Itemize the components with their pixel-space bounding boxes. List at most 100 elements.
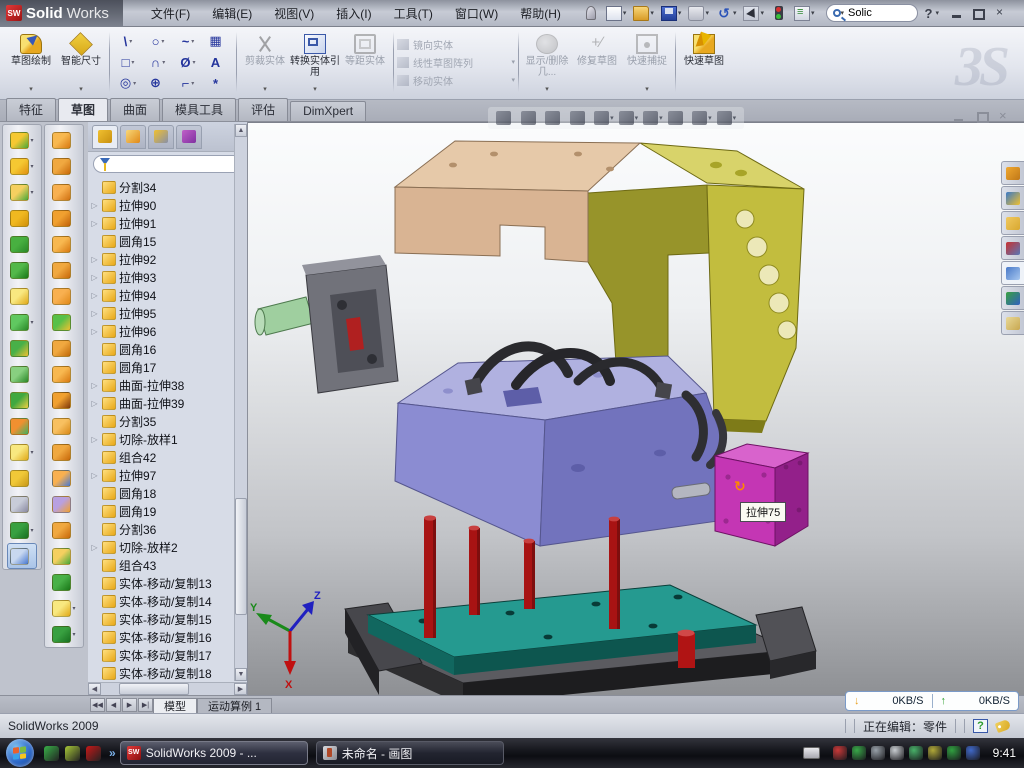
surface-tool-button[interactable]: ▾ — [52, 465, 75, 491]
task-pane-tab[interactable] — [1001, 236, 1024, 260]
tree-item[interactable]: ▷ 曲面-拉伸39 — [90, 394, 247, 412]
expand-arrow-icon[interactable]: ▷ — [90, 201, 99, 210]
design-check-button[interactable] — [769, 4, 789, 22]
document-tab[interactable]: 运动算例 1 — [197, 698, 272, 713]
dimxpertmanager-tab[interactable] — [176, 125, 202, 149]
menu-item[interactable]: 工具(T) — [384, 2, 443, 25]
filter-input[interactable] — [93, 155, 242, 173]
tray-icon[interactable] — [909, 746, 923, 760]
scrollbar-thumb[interactable] — [235, 498, 247, 615]
view-tool-button[interactable]: ▾ — [594, 111, 614, 125]
repair-sketch-button[interactable]: +∕ 修复草图 — [572, 30, 622, 94]
feature-tool-button[interactable]: ▾ — [7, 543, 36, 569]
feature-tool-button[interactable]: ▾ — [10, 517, 33, 543]
surface-tool-button[interactable]: ▾ — [52, 179, 75, 205]
feature-tool-button[interactable]: ▾ — [10, 491, 33, 517]
tree-item[interactable]: ▷ 实体-移动/复制13 — [90, 574, 247, 592]
quick-launch-icon[interactable] — [65, 746, 80, 761]
undo-button[interactable]: ↺▾ — [714, 4, 739, 23]
save-button[interactable]: ▾ — [659, 4, 684, 23]
view-tool-button[interactable]: ▾ — [619, 111, 639, 125]
sketch-entity-button[interactable]: □▾ — [113, 52, 143, 73]
feature-tool-button[interactable]: ▾ — [10, 413, 33, 439]
ribbon-tab[interactable]: 曲面 — [110, 98, 160, 121]
expand-arrow-icon[interactable]: ▷ — [90, 219, 99, 228]
ribbon-tab[interactable]: 评估 — [238, 98, 288, 121]
tree-item[interactable]: ▷ 组合43 — [90, 556, 247, 574]
tree-item[interactable]: ▷ 拉伸95 — [90, 304, 247, 322]
help-button[interactable]: ?▾ — [921, 4, 941, 23]
quick-tips-icon[interactable]: ? — [973, 719, 988, 733]
pin-button[interactable] — [581, 4, 601, 22]
linear-sketch-pattern-button[interactable]: 线性草图阵列▾ — [397, 54, 515, 71]
feature-tool-button[interactable]: ▾ — [10, 179, 33, 205]
expand-arrow-icon[interactable]: ▷ — [90, 399, 99, 408]
feature-tool-button[interactable]: ▾ — [10, 439, 33, 465]
feature-tool-button[interactable]: ▾ — [10, 465, 33, 491]
tree-item[interactable]: ▷ 圆角19 — [90, 502, 247, 520]
task-pane-tab[interactable] — [1001, 161, 1024, 185]
tray-icon[interactable] — [833, 746, 847, 760]
surface-tool-button[interactable]: ▾ — [52, 491, 75, 517]
search-box[interactable]: ▾ — [826, 4, 918, 22]
options-button[interactable]: ▾ — [792, 4, 817, 23]
feature-tool-button[interactable]: ▾ — [10, 127, 33, 153]
search-input[interactable] — [848, 7, 896, 19]
convert-entities-button[interactable]: 转换实体引用▾ — [290, 30, 340, 94]
ribbon-tab[interactable]: DimXpert — [290, 101, 366, 121]
core-insert-part[interactable] — [255, 255, 398, 393]
scrollbar-thumb[interactable] — [119, 683, 189, 695]
tree-item[interactable]: ▷ 圆角18 — [90, 484, 247, 502]
feature-tool-button[interactable]: ▾ — [10, 387, 33, 413]
featuremanager-tab[interactable] — [92, 125, 118, 149]
tab-nav-button[interactable]: ◀ — [106, 698, 121, 712]
tree-item[interactable]: ▷ 分割35 — [90, 412, 247, 430]
surface-tool-button[interactable]: ▾ — [52, 439, 75, 465]
tree-item[interactable]: ▷ 组合42 — [90, 448, 247, 466]
tray-icon[interactable] — [890, 746, 904, 760]
taskbar-window-paint[interactable]: 未命名 - 画图 — [316, 741, 504, 765]
select-button[interactable]: ▾ — [741, 4, 766, 23]
surface-tool-button[interactable]: ▾ — [52, 231, 75, 257]
view-tool-button[interactable]: ▾ — [496, 111, 516, 125]
sketch-entity-button[interactable]: Ø▾ — [173, 52, 203, 73]
task-pane-tab[interactable] — [1001, 286, 1024, 310]
surface-tool-button[interactable]: ▾ — [52, 335, 75, 361]
quick-launch-icon[interactable] — [44, 746, 59, 761]
tree-vertical-scrollbar[interactable]: ▲ ▼ — [234, 124, 247, 681]
surface-tool-button[interactable]: ▾ — [52, 283, 75, 309]
magenta-block-part[interactable]: ↻ — [715, 444, 808, 546]
menu-item[interactable]: 窗口(W) — [445, 2, 508, 25]
tree-item[interactable]: ▷ 实体-移动/复制14 — [90, 592, 247, 610]
feature-tool-button[interactable]: ▾ — [10, 309, 33, 335]
expand-arrow-icon[interactable]: ▷ — [90, 291, 99, 300]
tree-item[interactable]: ▷ 分割34 — [90, 178, 247, 196]
expand-arrow-icon[interactable]: ▷ — [90, 309, 99, 318]
task-pane-tab[interactable] — [1001, 186, 1024, 210]
close-button[interactable]: × — [993, 7, 1006, 19]
tag-icon[interactable] — [995, 719, 1012, 733]
document-tab[interactable]: 模型 — [153, 698, 197, 713]
expand-arrow-icon[interactable]: ▷ — [90, 435, 99, 444]
display-delete-relations-button[interactable]: 显示/删除几...▾ — [522, 30, 572, 94]
doc-minimize-button[interactable] — [953, 111, 966, 122]
view-tool-button[interactable]: ▾ — [692, 111, 712, 125]
tree-item[interactable]: ▷ 拉伸90 — [90, 196, 247, 214]
view-tool-button[interactable]: ▾ — [570, 111, 590, 125]
menu-item[interactable]: 插入(I) — [326, 2, 381, 25]
sketch-entity-button[interactable]: ○▾ — [143, 31, 173, 52]
ribbon-tab[interactable]: 特征 — [6, 98, 56, 121]
surface-tool-button[interactable]: ▾ — [52, 543, 75, 569]
tree-item[interactable]: ▷ 拉伸94 — [90, 286, 247, 304]
restore-button[interactable] — [972, 7, 985, 19]
feature-tool-button[interactable]: ▾ — [10, 153, 33, 179]
expand-arrow-icon[interactable]: ▷ — [90, 327, 99, 336]
scroll-down-button[interactable]: ▼ — [235, 668, 247, 681]
sketch-entity-button[interactable]: ∩▾ — [143, 52, 173, 73]
tree-item[interactable]: ▷ 拉伸93 — [90, 268, 247, 286]
quick-launch-chevron[interactable]: » — [109, 746, 116, 760]
quick-snaps-button[interactable]: 快速捕捉▾ — [622, 30, 672, 94]
taskbar-window-solidworks[interactable]: SW SolidWorks 2009 - ... — [120, 741, 308, 765]
surface-tool-button[interactable]: ▾ — [52, 387, 75, 413]
tree-item[interactable]: ▷ 拉伸92 — [90, 250, 247, 268]
